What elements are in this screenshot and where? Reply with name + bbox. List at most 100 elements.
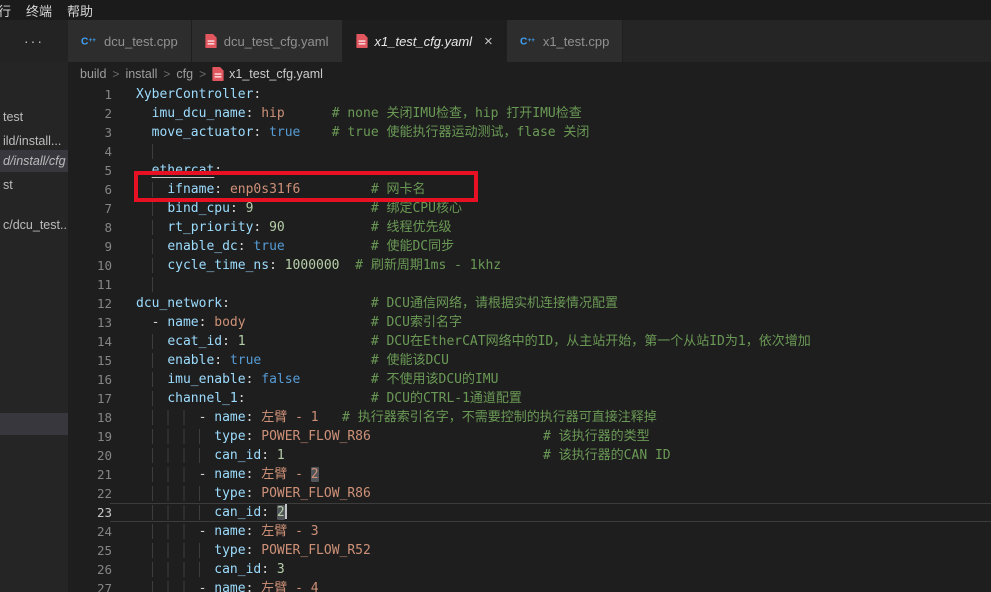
- code-line[interactable]: 5 ethercat:: [68, 161, 991, 180]
- line-number[interactable]: 16: [68, 370, 112, 389]
- line-number[interactable]: 9: [68, 237, 112, 256]
- line-number[interactable]: 27: [68, 579, 112, 592]
- line-number[interactable]: 11: [68, 275, 112, 294]
- indent: [136, 182, 167, 197]
- indent: [136, 106, 152, 121]
- code-line[interactable]: 18 - name: 左臂 - 1 # 执行器索引名字，不需要控制的执行器可直接…: [68, 408, 991, 427]
- code-line[interactable]: 17 channel_1: # DCU的CTRL-1通道配置: [68, 389, 991, 408]
- line-number[interactable]: 21: [68, 465, 112, 484]
- code-text: - name: 左臂 - 4: [136, 579, 319, 592]
- line-number[interactable]: 4: [68, 142, 112, 161]
- code-line[interactable]: 15 enable: true # 使能该DCU: [68, 351, 991, 370]
- indent-guides: [152, 467, 199, 482]
- line-number[interactable]: 25: [68, 541, 112, 560]
- indent-guides: [152, 144, 168, 159]
- indent-guides: [152, 372, 168, 387]
- code-line[interactable]: 9 enable_dc: true # 使能DC同步: [68, 237, 991, 256]
- breadcrumb-segment[interactable]: cfg: [176, 67, 193, 81]
- sidebar-item[interactable]: c/dcu_test...: [0, 214, 68, 236]
- code-line[interactable]: 19 type: POWER_FLOW_R86 # 该执行器的类型: [68, 427, 991, 446]
- code-line[interactable]: 3 move_actuator: true # true 使能执行器运动测试，f…: [68, 123, 991, 142]
- menu-item[interactable]: 帮助: [67, 1, 93, 20]
- code-line[interactable]: 10 cycle_time_ns: 1000000 # 刷新周期1ms - 1k…: [68, 256, 991, 275]
- ellipsis-icon: ···: [24, 33, 44, 49]
- line-number[interactable]: 20: [68, 446, 112, 465]
- cpp-file-icon: C++: [520, 34, 536, 48]
- line-number[interactable]: 7: [68, 199, 112, 218]
- code-text: dcu_network: # DCU通信网络，请根据实机连接情况配置: [136, 294, 618, 313]
- tab-dcu_test.cpp[interactable]: C++dcu_test.cpp: [68, 20, 192, 62]
- code-line[interactable]: 13 - name: body # DCU索引名字: [68, 313, 991, 332]
- line-number[interactable]: 5: [68, 161, 112, 180]
- editor-overflow-button[interactable]: ···: [0, 20, 68, 62]
- code-line[interactable]: 26 can_id: 3: [68, 560, 991, 579]
- tab-label: dcu_test_cfg.yaml: [224, 34, 329, 49]
- line-number[interactable]: 8: [68, 218, 112, 237]
- code-line[interactable]: 14 ecat_id: 1 # DCU在EtherCAT网络中的ID，从主站开始…: [68, 332, 991, 351]
- svg-text:++: ++: [527, 37, 535, 44]
- code-line[interactable]: 7 bind_cpu: 9 # 绑定CPU核心: [68, 199, 991, 218]
- yaml-file-icon: [356, 34, 368, 48]
- code-line[interactable]: 6 ifname: enp0s31f6 # 网卡名: [68, 180, 991, 199]
- code-editor[interactable]: 1XyberController:2 imu_dcu_name: hip # n…: [68, 85, 991, 592]
- code-line[interactable]: 27 - name: 左臂 - 4: [68, 579, 991, 592]
- line-number[interactable]: 23: [68, 503, 112, 522]
- tab-x1_test.cpp[interactable]: C++x1_test.cpp: [507, 20, 624, 62]
- code-line[interactable]: 20 can_id: 1 # 该执行器的CAN ID: [68, 446, 991, 465]
- line-number[interactable]: 19: [68, 427, 112, 446]
- tab-x1_test_cfg.yaml[interactable]: x1_test_cfg.yaml×: [343, 20, 507, 62]
- code-line[interactable]: 22 type: POWER_FLOW_R86: [68, 484, 991, 503]
- code-line[interactable]: 24 - name: 左臂 - 3: [68, 522, 991, 541]
- breadcrumb: build>install>cfg>x1_test_cfg.yaml: [68, 62, 991, 85]
- code-line[interactable]: 4: [68, 142, 991, 161]
- code-line[interactable]: 21 - name: 左臂 - 2: [68, 465, 991, 484]
- svg-text:C: C: [520, 37, 528, 48]
- line-number[interactable]: 24: [68, 522, 112, 541]
- sidebar-item[interactable]: [0, 413, 68, 435]
- code-line[interactable]: 11: [68, 275, 991, 294]
- indent: [136, 163, 152, 178]
- code-line[interactable]: 25 type: POWER_FLOW_R52: [68, 541, 991, 560]
- chevron-right-icon: >: [112, 67, 119, 81]
- sidebar-item[interactable]: test: [0, 106, 68, 128]
- line-number[interactable]: 1: [68, 85, 112, 104]
- breadcrumb-segment[interactable]: build: [80, 67, 106, 81]
- code-line[interactable]: 8 rt_priority: 90 # 线程优先级: [68, 218, 991, 237]
- indent: [136, 144, 167, 159]
- code-line[interactable]: 12 dcu_network: # DCU通信网络，请根据实机连接情况配置: [68, 294, 991, 313]
- code-text: enable_dc: true # 使能DC同步: [136, 237, 454, 256]
- breadcrumb-file[interactable]: x1_test_cfg.yaml: [212, 67, 323, 81]
- code-text: can_id: 3: [136, 560, 285, 579]
- line-number[interactable]: 14: [68, 332, 112, 351]
- file-explorer-sidebar: testild/install...d/install/cfgst c/dcu_t…: [0, 62, 68, 592]
- code-line[interactable]: 1XyberController:: [68, 85, 991, 104]
- menu-item[interactable]: 行: [0, 1, 11, 20]
- line-number[interactable]: 17: [68, 389, 112, 408]
- code-line[interactable]: 16 imu_enable: false # 不使用该DCU的IMU: [68, 370, 991, 389]
- tab-dcu_test_cfg.yaml[interactable]: dcu_test_cfg.yaml: [192, 20, 343, 62]
- line-number[interactable]: 6: [68, 180, 112, 199]
- line-number[interactable]: 10: [68, 256, 112, 275]
- code-line[interactable]: 2 imu_dcu_name: hip # none 关闭IMU检查，hip 打…: [68, 104, 991, 123]
- menu-item[interactable]: 终端: [26, 1, 52, 20]
- indent: [136, 410, 199, 425]
- indent: [136, 220, 167, 235]
- sidebar-item[interactable]: ild/install...: [0, 130, 68, 152]
- line-number[interactable]: 13: [68, 313, 112, 332]
- sidebar-item[interactable]: st: [0, 174, 68, 196]
- code-line[interactable]: 23 can_id: 2: [68, 503, 991, 522]
- close-icon[interactable]: ×: [484, 34, 493, 49]
- code-text: move_actuator: true # true 使能执行器运动测试，fla…: [136, 123, 589, 142]
- sidebar-item[interactable]: d/install/cfg: [0, 150, 68, 172]
- indent: [136, 334, 167, 349]
- line-number[interactable]: 15: [68, 351, 112, 370]
- line-number[interactable]: 22: [68, 484, 112, 503]
- line-number[interactable]: 26: [68, 560, 112, 579]
- code-text: imu_enable: false # 不使用该DCU的IMU: [136, 370, 498, 389]
- indent: [136, 467, 199, 482]
- line-number[interactable]: 12: [68, 294, 112, 313]
- line-number[interactable]: 18: [68, 408, 112, 427]
- breadcrumb-segment[interactable]: install: [125, 67, 157, 81]
- line-number[interactable]: 3: [68, 123, 112, 142]
- line-number[interactable]: 2: [68, 104, 112, 123]
